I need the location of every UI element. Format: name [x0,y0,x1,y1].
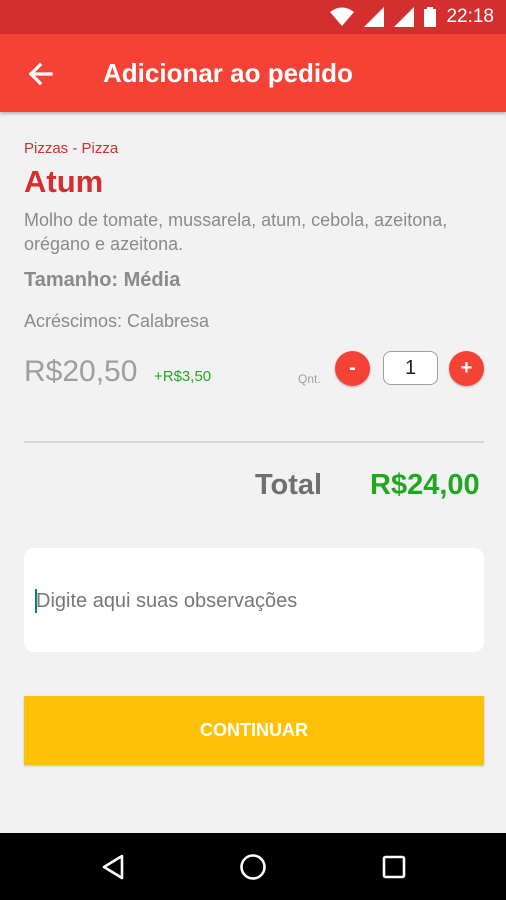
continue-label: CONTINUAR [200,720,308,740]
recents-square-icon [382,855,406,879]
size-info: Tamanho: Média [24,269,180,292]
nav-back-button[interactable] [97,851,129,883]
signal-icon [364,7,385,27]
signal-icon [394,7,415,27]
quantity-label: Qnt. [298,372,321,386]
product-description: Molho de tomate, mussarela, atum, cebola… [24,210,448,254]
status-icons: 22:18 [330,6,494,28]
extras-info: Acréscimos: Calabresa [24,311,210,331]
page-title: Adicionar ao pedido [103,58,353,88]
plus-label: + [460,357,473,379]
product-name: Atum [24,164,104,199]
minus-label: - [349,357,356,379]
total-value: R$24,00 [370,469,480,501]
nav-recents-button[interactable] [378,851,410,883]
status-time: 22:18 [446,6,494,27]
total-label: Total [255,469,323,501]
back-triangle-icon [102,854,124,880]
divider [24,441,484,443]
base-price: R$20,50 [24,355,138,388]
continue-button[interactable]: CONTINUAR [24,696,484,765]
back-button[interactable] [22,56,58,92]
app-bar: Adicionar ao pedido [0,34,506,112]
home-circle-icon [240,854,266,880]
nav-home-button[interactable] [237,851,269,883]
increase-quantity-button[interactable]: + [449,351,484,386]
quantity-input[interactable]: 1 [383,351,438,385]
arrow-left-icon [28,62,53,86]
notes-placeholder: Digite aqui suas observações [36,590,298,612]
size-label: Tamanho: [24,269,119,291]
wifi-icon [330,7,355,26]
extra-price: +R$3,50 [154,368,212,385]
breadcrumb: Pizzas - Pizza [24,140,119,157]
navigation-bar [0,833,506,900]
battery-icon [424,7,437,27]
notes-input[interactable]: Digite aqui suas observações [24,548,484,652]
size-value: Média [123,269,181,291]
status-bar: 22:18 [0,0,506,34]
decrease-quantity-button[interactable]: - [335,351,370,386]
